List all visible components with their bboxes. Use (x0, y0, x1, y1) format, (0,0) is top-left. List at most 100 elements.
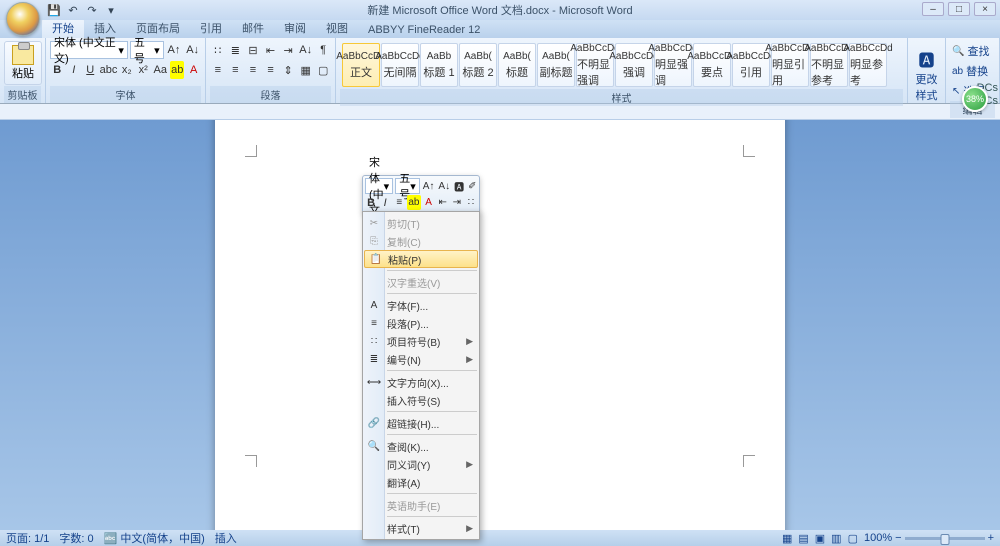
mini-format-painter-icon[interactable]: ✐ (467, 179, 477, 194)
menu-段落P[interactable]: ≡段落(P)... (363, 314, 479, 332)
paste-button[interactable]: 粘贴 (4, 41, 42, 85)
align-center-icon[interactable]: ≡ (228, 61, 244, 79)
document-page[interactable] (215, 120, 785, 530)
style-明显参考[interactable]: AaBbCcDd明显参考 (849, 43, 887, 87)
mini-italic-icon[interactable]: I (379, 195, 391, 210)
mini-bold-icon[interactable]: B (365, 195, 377, 210)
view-read-icon[interactable]: ▤ (798, 532, 808, 545)
group-label: 段落 (210, 86, 331, 103)
numbering-icon[interactable]: ≣ (228, 41, 244, 59)
mini-shrink-icon[interactable]: A↓ (437, 179, 451, 194)
tab-mail[interactable]: 邮件 (232, 18, 274, 38)
mini-center-icon[interactable]: ≡ (393, 195, 405, 210)
mini-bullets-icon[interactable]: ∷ (465, 195, 477, 210)
borders-icon[interactable]: ▢ (315, 61, 331, 79)
office-button[interactable] (6, 2, 40, 36)
mini-grow-icon[interactable]: A↑ (422, 179, 436, 194)
align-left-icon[interactable]: ≡ (210, 61, 226, 79)
replace-button[interactable]: ab替换 (950, 61, 995, 81)
zoom-slider[interactable] (905, 537, 985, 540)
line-spacing-icon[interactable]: ⇕ (280, 61, 296, 79)
maximize-button[interactable]: □ (948, 2, 970, 16)
tab-references[interactable]: 引用 (190, 18, 232, 38)
menu-separator (387, 293, 477, 294)
menu-样式T[interactable]: 样式(T)▶ (363, 519, 479, 537)
status-lang[interactable]: 🔤 中文(简体，中国) (104, 530, 205, 546)
title-bar: 💾 ↶ ↷ ▾ 新建 Microsoft Office Word 文档.docx… (0, 0, 1000, 20)
menu-同义词Y[interactable]: 同义词(Y)▶ (363, 455, 479, 473)
menu-查阅K[interactable]: 🔍查阅(K)... (363, 437, 479, 455)
status-mode[interactable]: 插入 (215, 530, 237, 546)
qat-dropdown-icon[interactable]: ▾ (103, 2, 119, 18)
menu-字体F[interactable]: A字体(F)... (363, 296, 479, 314)
view-draft-icon[interactable]: ▢ (848, 532, 858, 545)
menu-文字方向X[interactable]: ⟷文字方向(X)... (363, 373, 479, 391)
multilevel-icon[interactable]: ⊟ (245, 41, 261, 59)
redo-icon[interactable]: ↷ (84, 2, 100, 18)
view-print-icon[interactable]: ▦ (782, 532, 792, 545)
change-styles-button[interactable]: 🅰 更改样式 (912, 41, 941, 103)
mini-font-combo[interactable]: 宋体 (中文▾ (365, 178, 393, 194)
mini-styles-icon[interactable]: 🅰 (453, 179, 465, 194)
status-words[interactable]: 字数: 0 (59, 530, 93, 546)
increase-indent-icon[interactable]: ⇥ (280, 41, 296, 59)
close-button[interactable]: × (974, 2, 996, 16)
tab-abbyy[interactable]: ABBYY FineReader 12 (358, 22, 490, 38)
highlight-icon[interactable]: ab (170, 61, 185, 79)
menu-插入符号S[interactable]: 插入符号(S) (363, 391, 479, 409)
view-web-icon[interactable]: ▣ (815, 532, 825, 545)
mini-indent-dec-icon[interactable]: ⇤ (437, 195, 449, 210)
tab-review[interactable]: 审阅 (274, 18, 316, 38)
show-marks-icon[interactable]: ¶ (315, 41, 331, 59)
menu-项目符号B[interactable]: ∷项目符号(B)▶ (363, 332, 479, 350)
underline-icon[interactable]: U (83, 61, 98, 79)
status-page[interactable]: 页面: 1/1 (6, 530, 49, 546)
mini-fontcolor-icon[interactable]: A (423, 195, 435, 210)
minimize-button[interactable]: – (922, 2, 944, 16)
menu-编号N[interactable]: ≣编号(N)▶ (363, 350, 479, 368)
progress-badge[interactable]: 38% (962, 86, 988, 112)
zoom-in-icon[interactable]: + (988, 532, 994, 544)
find-button[interactable]: 🔍查找 (950, 41, 995, 61)
bold-icon[interactable]: B (50, 61, 65, 79)
submenu-arrow-icon: ▶ (466, 523, 473, 534)
menu-粘贴P[interactable]: 📋粘贴(P) (364, 250, 478, 268)
ruler[interactable] (0, 104, 1000, 120)
italic-icon[interactable]: I (67, 61, 82, 79)
font-color-icon[interactable]: A (186, 61, 201, 79)
save-icon[interactable]: 💾 (46, 2, 62, 18)
zoom-control[interactable]: 100% − + (864, 532, 994, 544)
window-title: 新建 Microsoft Office Word 文档.docx - Micro… (367, 2, 632, 18)
menu-翻译A[interactable]: 翻译(A) (363, 473, 479, 491)
view-outline-icon[interactable]: ▥ (831, 532, 841, 545)
mini-size-combo[interactable]: 五号▾ (395, 178, 420, 194)
shrink-font-icon[interactable]: A↓ (184, 41, 201, 59)
menu-超链接H[interactable]: 🔗超链接(H)... (363, 414, 479, 432)
font-name-combo[interactable]: 宋体 (中文正文)▾ (50, 41, 128, 59)
style-无间隔[interactable]: AaBbCcDd无间隔 (381, 43, 419, 87)
grow-font-icon[interactable]: A↑ (166, 41, 183, 59)
submenu-arrow-icon: ▶ (466, 354, 473, 365)
ribbon: 粘贴 剪贴板 宋体 (中文正文)▾ 五号▾ A↑ A↓ B I U abc x₂… (0, 38, 1000, 104)
style-标题 2[interactable]: AaBb(标题 2 (459, 43, 497, 87)
decrease-indent-icon[interactable]: ⇤ (263, 41, 279, 59)
menu-item-icon: 🔗 (367, 416, 381, 430)
superscript-icon[interactable]: x² (136, 61, 151, 79)
justify-icon[interactable]: ≡ (263, 61, 279, 79)
tab-view[interactable]: 视图 (316, 18, 358, 38)
style-标题 1[interactable]: AaBb标题 1 (420, 43, 458, 87)
shading-icon[interactable]: ▦ (298, 61, 314, 79)
strike-icon[interactable]: abc (100, 61, 118, 79)
bullets-icon[interactable]: ∷ (210, 41, 226, 59)
change-case-icon[interactable]: Aa (153, 61, 168, 79)
group-label: 样式 (340, 89, 903, 106)
align-right-icon[interactable]: ≡ (245, 61, 261, 79)
sort-icon[interactable]: A↓ (298, 41, 314, 59)
zoom-out-icon[interactable]: − (895, 532, 901, 544)
mini-indent-inc-icon[interactable]: ⇥ (451, 195, 463, 210)
subscript-icon[interactable]: x₂ (120, 61, 135, 79)
mini-highlight-icon[interactable]: ab (407, 195, 420, 210)
undo-icon[interactable]: ↶ (65, 2, 81, 18)
style-标题[interactable]: AaBb(标题 (498, 43, 536, 87)
font-size-combo[interactable]: 五号▾ (130, 41, 164, 59)
